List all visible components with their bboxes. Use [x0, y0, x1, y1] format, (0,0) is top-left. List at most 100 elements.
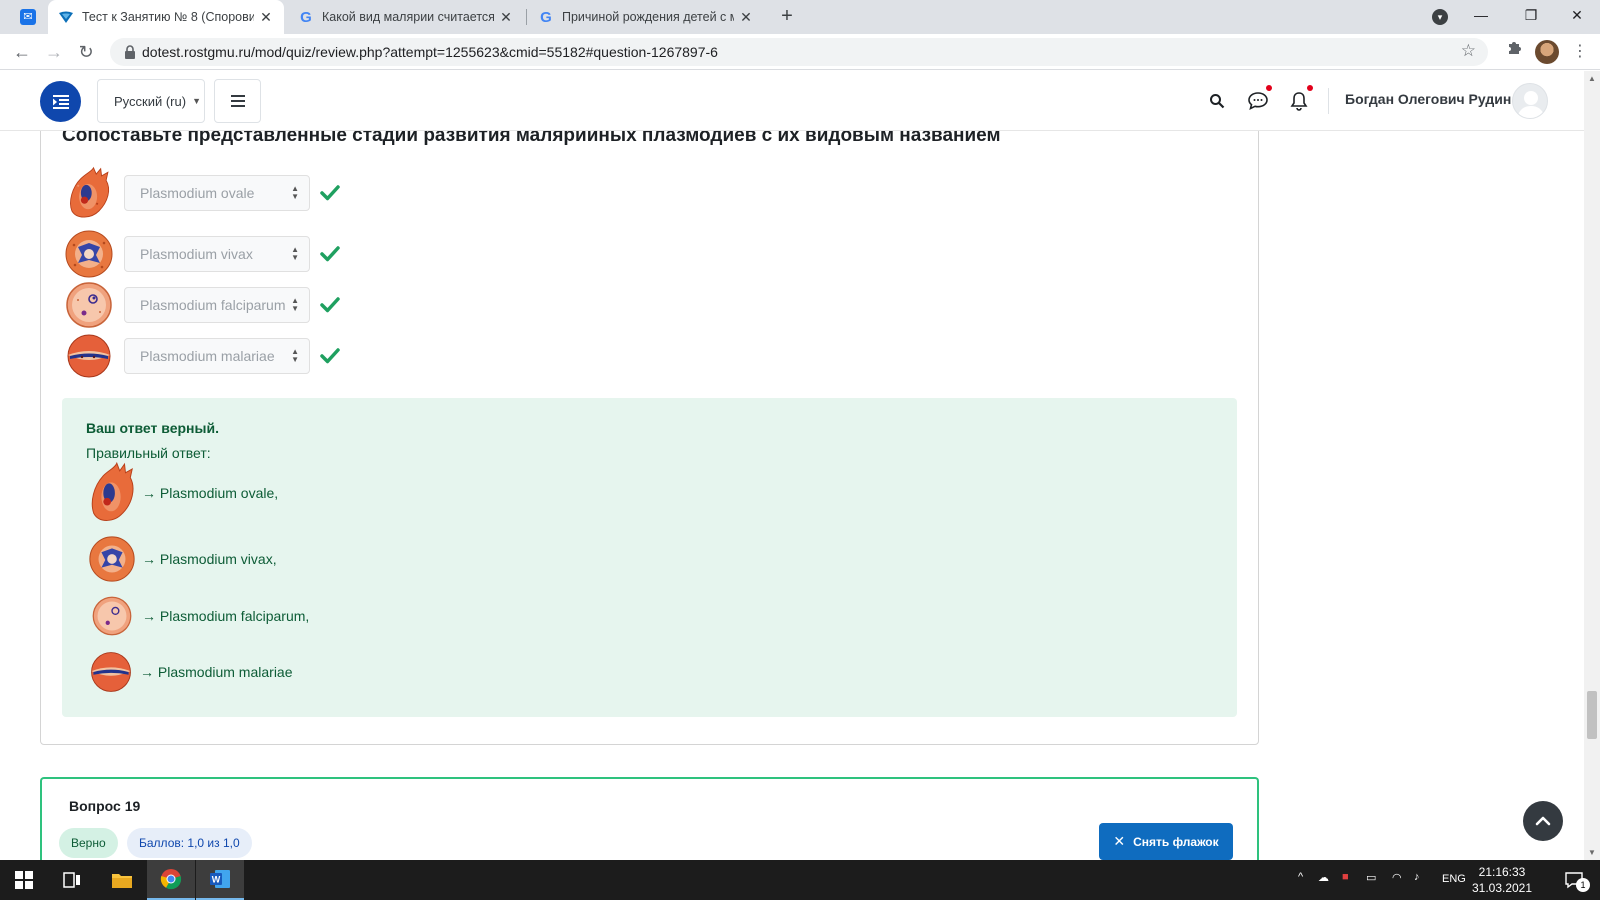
tab-children-search[interactable]: G Причиной рождения детей с м ✕ — [528, 0, 764, 34]
search-icon[interactable] — [1205, 89, 1229, 113]
correct-answer-row: → Plasmodium falciparum, — [86, 593, 309, 639]
feedback-verdict: Ваш ответ верный. — [86, 420, 219, 436]
answer-select[interactable]: Plasmodium vivax ▲ ▼ — [124, 236, 310, 272]
vivax-cell-image — [89, 536, 135, 582]
correct-answer-row: → Plasmodium malariae — [86, 647, 293, 697]
tab-close-icon[interactable]: ✕ — [258, 9, 274, 26]
correct-check-icon — [320, 297, 340, 313]
hamburger-icon — [230, 95, 245, 107]
notification-count: 1 — [1576, 878, 1590, 892]
mail-icon: ✉ — [20, 9, 36, 25]
back-to-top-button[interactable] — [1523, 801, 1563, 841]
forward-arrow-icon[interactable]: → — [42, 40, 66, 64]
windows-taskbar: W ^ ☁ ■ ▭ ◠ ♪ ENG 21:16:33 31.03.2021 1 — [0, 860, 1600, 900]
battery-icon[interactable]: ▭ — [1366, 871, 1376, 884]
browser-profile-avatar[interactable] — [1535, 40, 1559, 64]
status-badge: Верно — [59, 828, 118, 858]
custom-menu-button[interactable] — [214, 79, 261, 123]
restore-button[interactable]: ❐ — [1508, 0, 1554, 30]
select-arrows-icon: ▲ ▼ — [291, 184, 299, 201]
match-row: Plasmodium falciparum ▲ ▼ — [62, 277, 340, 333]
vivax-cell-image — [65, 230, 113, 278]
correct-answer-label: Правильный ответ: — [86, 445, 211, 461]
file-explorer-icon[interactable] — [98, 860, 146, 900]
browser-menu-icon[interactable]: ⋮ — [1568, 40, 1592, 64]
windows-start-icon[interactable] — [0, 860, 48, 900]
bookmark-star-icon[interactable]: ☆ — [1461, 41, 1476, 61]
onedrive-icon[interactable]: ☁ — [1318, 871, 1329, 884]
browser-tab-bar: ✉ Тест к Занятию № 8 (Споровик ✕ G Какой… — [0, 0, 1600, 34]
site-navbar: Русский (ru) ▼ Богдан Олегович Рудин — [0, 71, 1584, 131]
lock-icon — [125, 45, 135, 59]
word-icon[interactable]: W — [196, 860, 244, 900]
correct-check-icon — [320, 348, 340, 364]
answer-select[interactable]: Plasmodium ovale ▲ ▼ — [124, 175, 310, 211]
tab-title: Какой вид малярии считается с — [322, 10, 494, 24]
answer-select-value: Plasmodium malariae — [140, 348, 275, 364]
google-g-icon: G — [300, 8, 312, 26]
tab-close-icon[interactable]: ✕ — [738, 9, 754, 26]
url-text: dotest.rostgmu.ru/mod/quiz/review.php?at… — [142, 44, 718, 60]
tab-search-dropdown-icon[interactable]: ▾ — [1432, 9, 1448, 25]
answer-select-value: Plasmodium falciparum — [140, 297, 286, 313]
correct-answer-text: → Plasmodium malariae — [140, 664, 293, 680]
messages-icon[interactable] — [1246, 89, 1270, 113]
svg-text:W: W — [212, 875, 221, 885]
question-card: Сопоставьте представленные стадии развит… — [40, 100, 1259, 745]
tab-search-icon-button[interactable]: ✉ — [10, 0, 50, 34]
task-view-icon[interactable] — [48, 860, 96, 900]
falciparum-cell-image — [66, 282, 112, 328]
tab-malaria-search[interactable]: G Какой вид малярии считается с ✕ — [288, 0, 524, 34]
feedback-box: Ваш ответ верный. Правильный ответ: → Pl… — [62, 398, 1237, 717]
address-bar[interactable]: dotest.rostgmu.ru/mod/quiz/review.php?at… — [110, 38, 1488, 66]
question-card-19: Вопрос 19 Верно Баллов: 1,0 из 1,0 — [40, 777, 1259, 867]
match-row: Plasmodium ovale ▲ ▼ — [62, 165, 340, 221]
select-arrows-icon: ▲ ▼ — [291, 347, 299, 364]
select-arrows-icon: ▲ ▼ — [291, 245, 299, 262]
new-tab-button[interactable]: + — [775, 5, 799, 29]
scroll-up-arrow-icon[interactable]: ▲ — [1588, 74, 1596, 83]
correct-answer-text: → Plasmodium vivax, — [142, 551, 277, 567]
answer-select[interactable]: Plasmodium falciparum ▲ ▼ — [124, 287, 310, 323]
clock-date: 31.03.2021 — [1471, 881, 1533, 895]
volume-icon[interactable]: ♪ — [1414, 871, 1420, 883]
caret-down-icon: ▼ — [192, 96, 201, 106]
tab-title: Тест к Занятию № 8 (Споровик — [82, 10, 254, 24]
answer-select-value: Plasmodium vivax — [140, 246, 253, 262]
user-full-name[interactable]: Богдан Олегович Рудин — [1345, 91, 1511, 107]
score-badge: Баллов: 1,0 из 1,0 — [127, 828, 252, 858]
scroll-down-arrow-icon[interactable]: ▼ — [1588, 848, 1596, 857]
ovale-cell-image — [91, 461, 134, 521]
close-window-button[interactable]: ✕ — [1554, 0, 1600, 30]
action-center-icon[interactable]: 1 — [1550, 860, 1598, 900]
antivirus-icon[interactable]: ■ — [1342, 871, 1349, 883]
show-hidden-icons[interactable]: ^ — [1298, 871, 1303, 883]
extensions-puzzle-icon[interactable] — [1502, 40, 1526, 64]
notifications-bell-icon[interactable] — [1287, 89, 1311, 113]
clock-time: 21:16:33 — [1478, 865, 1526, 879]
default-user-icon — [1517, 91, 1545, 118]
drawer-toggle-button[interactable] — [40, 81, 81, 122]
language-label: Русский (ru) — [114, 93, 187, 109]
tab-quiz[interactable]: Тест к Занятию № 8 (Споровик ✕ — [48, 0, 284, 34]
minimize-button[interactable]: — — [1458, 0, 1504, 30]
messages-unread-dot — [1266, 85, 1272, 91]
system-clock[interactable]: 21:16:33 31.03.2021 — [1467, 864, 1537, 896]
falciparum-cell-image — [92, 596, 132, 636]
back-arrow-icon[interactable]: ← — [10, 40, 34, 64]
wifi-icon[interactable]: ◠ — [1392, 871, 1402, 884]
reload-icon[interactable]: ↻ — [74, 40, 98, 64]
answer-select[interactable]: Plasmodium malariae ▲ ▼ — [124, 338, 310, 374]
correct-answer-text: → Plasmodium ovale, — [142, 485, 279, 501]
remove-flag-button[interactable]: ✕ Снять флажок — [1099, 823, 1233, 860]
tab-close-icon[interactable]: ✕ — [498, 9, 514, 26]
chrome-icon[interactable] — [147, 860, 195, 900]
drawer-indent-icon — [52, 94, 69, 109]
scroll-thumb[interactable] — [1587, 691, 1597, 739]
user-avatar[interactable] — [1512, 83, 1548, 119]
input-language[interactable]: ENG — [1442, 873, 1466, 885]
malariae-cell-image — [91, 652, 131, 692]
page-scrollbar[interactable]: ▲ ▼ — [1584, 71, 1600, 860]
language-selector[interactable]: Русский (ru) ▼ — [97, 79, 205, 123]
correct-answer-text: → Plasmodium falciparum, — [142, 608, 310, 624]
